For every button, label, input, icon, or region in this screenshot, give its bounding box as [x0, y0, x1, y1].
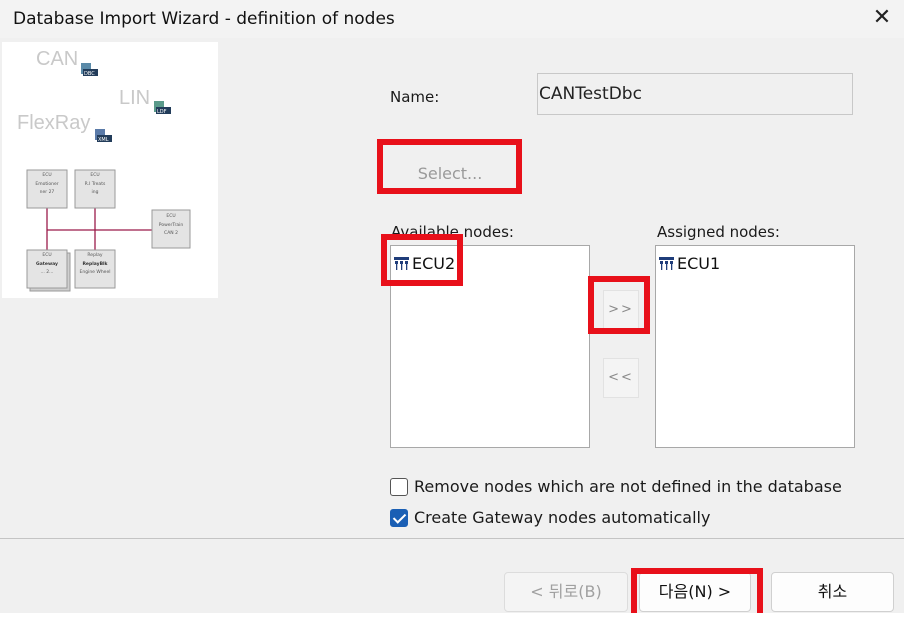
ecu-box-1-line2: Emotioner — [35, 181, 58, 187]
dbc-file-icon: DBC — [81, 63, 98, 77]
ecu-box-2-line1: ECU — [90, 172, 99, 178]
close-icon[interactable]: ✕ — [868, 4, 896, 32]
select-button[interactable]: Select... — [386, 150, 514, 190]
assigned-nodes-label: Assigned nodes: — [657, 223, 780, 241]
xml-badge-label: XML — [98, 137, 109, 143]
ecu-box-5: Replay ReplayBlk Engine Wheel — [74, 249, 116, 289]
ecu-box-2-line3: ing — [92, 189, 99, 195]
ecu-box-3: ECU PowerTrain CAN 2 — [151, 209, 191, 249]
name-field[interactable]: CANTestDbc — [537, 73, 853, 115]
can-bus-label: CAN — [36, 48, 78, 70]
remove-nodes-checkbox[interactable] — [390, 477, 408, 496]
flexray-bus-label: FlexRay — [17, 112, 90, 134]
ecu-box-5-line1: Replay — [87, 252, 103, 258]
ecu-box-1-line1: ECU — [42, 172, 51, 178]
ecu-box-3-line3: CAN 2 — [164, 230, 178, 236]
lin-bus-label: LIN — [119, 87, 150, 109]
node-label: ECU2 — [412, 254, 456, 273]
unassign-button[interactable]: << — [603, 358, 639, 398]
available-nodes-label: Available nodes: — [391, 223, 514, 241]
node-label: ECU1 — [677, 254, 721, 273]
title-bar: Database Import Wizard - definition of n… — [0, 0, 904, 38]
wizard-illustration: CAN LIN FlexRay DBC LDF XML ECU Emotione… — [2, 42, 218, 298]
ecu-box-4-line1: ECU — [42, 252, 51, 258]
dbc-badge-label: DBC — [84, 71, 95, 77]
bottom-strip — [0, 613, 904, 625]
next-button[interactable]: 다음(N) > — [639, 572, 751, 612]
ecu-box-4: ECU Gateway ... 2... — [26, 249, 71, 292]
ecu-box-4-line2: Gateway — [36, 261, 58, 267]
footer-separator — [0, 538, 904, 539]
remove-nodes-label: Remove nodes which are not defined in th… — [414, 477, 842, 496]
list-item[interactable]: ECU1 — [658, 254, 720, 273]
network-node-icon — [394, 256, 409, 270]
create-gateway-option[interactable]: Create Gateway nodes automatically — [390, 508, 710, 527]
list-item[interactable]: ECU2 — [393, 254, 455, 273]
assign-button[interactable]: >> — [603, 290, 639, 330]
remove-nodes-option[interactable]: Remove nodes which are not defined in th… — [390, 477, 842, 496]
window-title: Database Import Wizard - definition of n… — [13, 9, 395, 29]
ecu-box-2: ECU R.I Treats ing — [74, 169, 116, 209]
back-button[interactable]: < 뒤로(B) — [504, 572, 628, 612]
cancel-button[interactable]: 취소 — [771, 572, 894, 612]
ecu-box-1: ECU Emotioner ner 27 — [26, 169, 68, 209]
name-label: Name: — [390, 88, 440, 106]
ecu-box-5-line3: Engine Wheel — [80, 269, 111, 275]
create-gateway-checkbox[interactable] — [390, 508, 408, 527]
ecu-box-3-line1: ECU — [166, 213, 175, 219]
network-node-icon — [659, 256, 674, 270]
ecu-box-2-line2: R.I Treats — [85, 181, 106, 187]
ecu-box-4-line3: ... 2... — [41, 269, 54, 275]
ecu-box-5-line2: ReplayBlk — [82, 261, 108, 267]
network-illustration-svg: CAN LIN FlexRay DBC LDF XML ECU Emotione… — [17, 48, 191, 292]
create-gateway-label: Create Gateway nodes automatically — [414, 508, 711, 527]
bus-lines — [46, 208, 152, 250]
ecu-box-3-line2: PowerTrain — [159, 222, 184, 228]
xml-file-icon: XML — [95, 129, 112, 143]
ldf-badge-label: LDF — [157, 109, 167, 115]
ldf-file-icon: LDF — [154, 101, 171, 115]
assigned-nodes-list[interactable]: ECU1 — [655, 245, 855, 448]
available-nodes-list[interactable]: ECU2 — [390, 245, 590, 448]
ecu-box-1-line3: ner 27 — [40, 189, 55, 195]
